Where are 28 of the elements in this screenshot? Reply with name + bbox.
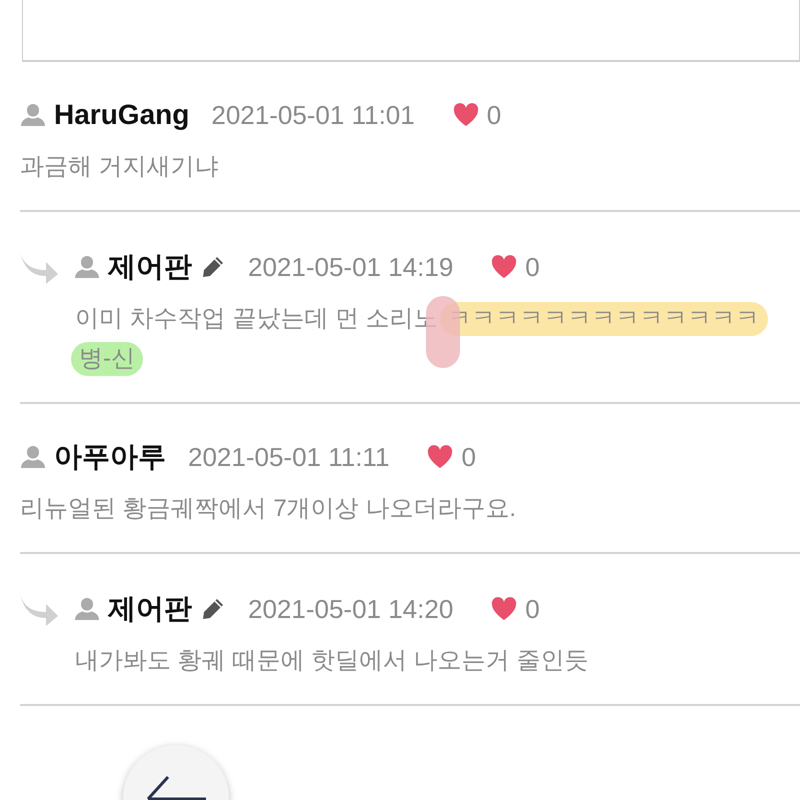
pencil-icon: [200, 254, 226, 280]
author-name: 제어판: [108, 592, 192, 626]
user-icon: [74, 597, 100, 621]
author-name: HaruGang: [54, 98, 190, 132]
user-icon: [20, 445, 46, 469]
comment-date: 2021-05-01 11:01: [211, 98, 415, 132]
comment-input-field[interactable]: [22, 0, 800, 62]
heart-icon[interactable]: [491, 255, 518, 279]
like-count: 0: [486, 98, 502, 132]
heart-icon[interactable]: [427, 445, 454, 469]
user-icon: [74, 255, 100, 279]
highlighted-text: 병-신: [71, 342, 143, 376]
comment-date: 2021-05-01 14:20: [248, 592, 454, 626]
comment-text: 이미 차수작업 끝났는데 먼 소리노: [75, 304, 438, 334]
pencil-icon: [200, 596, 226, 622]
comment-text: 리뉴얼된 황금궤짝에서 7개이상 나오더라구요.: [20, 494, 516, 524]
comment-date: 2021-05-01 14:19: [248, 250, 454, 284]
like-count: 0: [461, 440, 476, 474]
author-name: 제어판: [108, 250, 192, 284]
heart-icon[interactable]: [491, 597, 518, 621]
user-icon: [20, 103, 46, 127]
like-count: 0: [525, 592, 540, 626]
heart-icon[interactable]: [452, 103, 479, 127]
like-count: 0: [525, 250, 540, 284]
comment-date: 2021-05-01 11:11: [188, 440, 390, 474]
comment-text: 내가봐도 황궤 때문에 핫딜에서 나오는거 줄인듯: [75, 646, 588, 676]
comment-text: 과금해 거지새기냐: [20, 152, 219, 182]
author-name: 아푸아루: [54, 440, 166, 474]
